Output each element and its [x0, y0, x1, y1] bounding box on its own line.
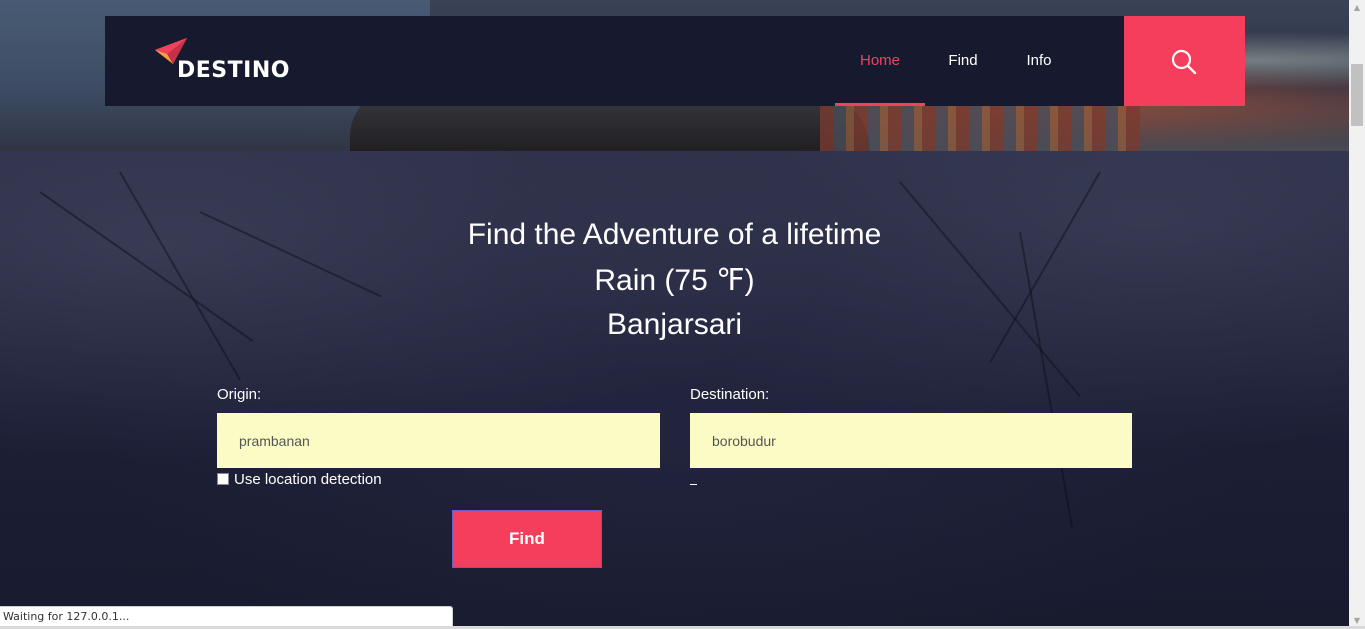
- hero-tagline: Find the Adventure of a lifetime: [467, 218, 882, 251]
- status-bubble: Waiting for 127.0.0.1...: [0, 606, 453, 626]
- nav-find[interactable]: Find: [933, 16, 993, 106]
- search-button[interactable]: [1124, 16, 1245, 106]
- weather-info: Rain (75 ℉): [594, 264, 755, 297]
- scroll-up-arrow-icon[interactable]: ▲: [1349, 0, 1365, 16]
- scrollbar-thumb[interactable]: [1351, 64, 1363, 126]
- scrollbar[interactable]: ▲ ▼: [1349, 0, 1365, 629]
- location-name: Banjarsari: [606, 308, 743, 341]
- brand-name: DESTINO: [177, 58, 290, 83]
- divider-mark: [690, 484, 697, 485]
- nav-home[interactable]: Home: [835, 16, 925, 106]
- brand-logo[interactable]: DESTINO: [153, 36, 303, 86]
- search-icon: [1171, 49, 1197, 75]
- nav-info[interactable]: Info: [1009, 16, 1069, 106]
- origin-input[interactable]: [217, 413, 660, 468]
- find-button[interactable]: Find: [452, 510, 602, 568]
- location-detection-checkbox[interactable]: [217, 473, 229, 485]
- origin-label: Origin:: [217, 386, 262, 403]
- location-detection-row: Use location detection: [217, 470, 382, 488]
- location-detection-label: Use location detection: [234, 470, 382, 488]
- navbar: DESTINO Home Find Info: [105, 16, 1245, 106]
- destination-label: Destination:: [690, 386, 770, 403]
- destination-input[interactable]: [690, 413, 1132, 468]
